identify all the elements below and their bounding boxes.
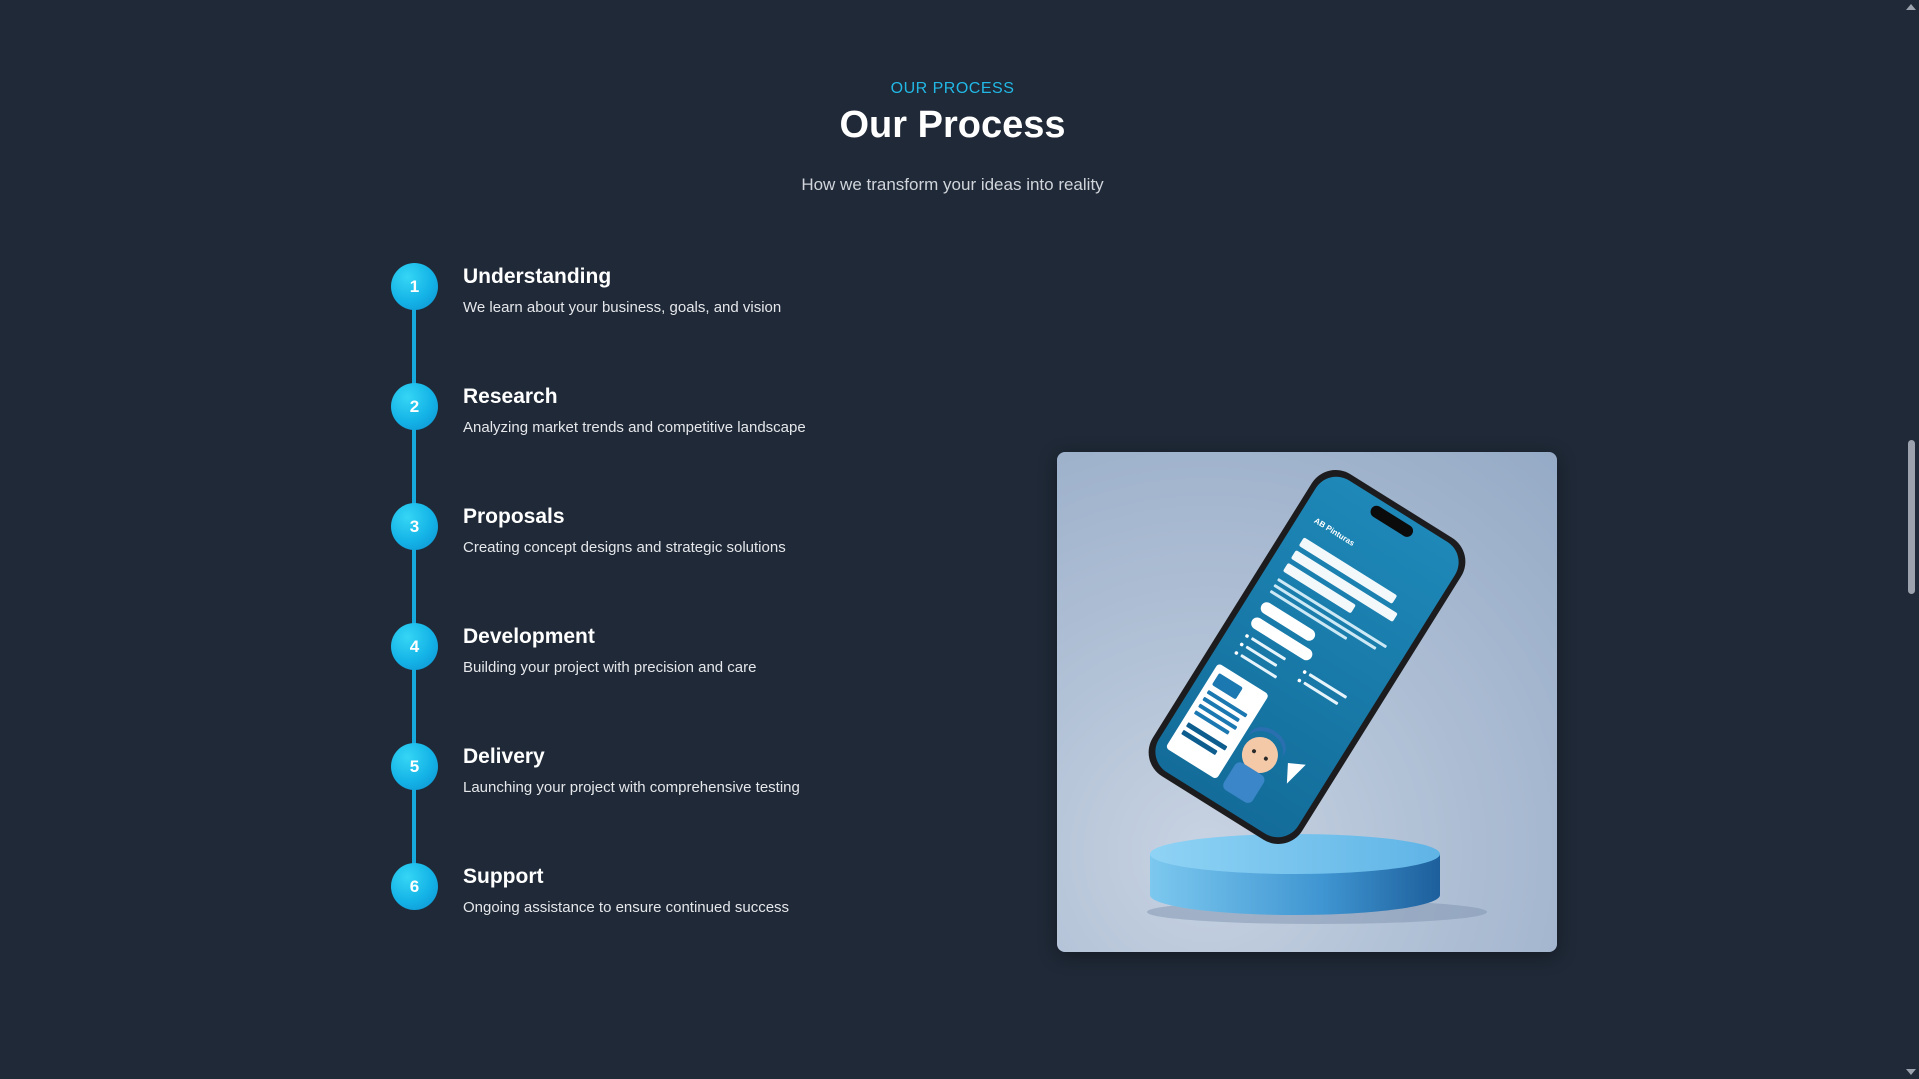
step-number-badge: 4 bbox=[391, 623, 438, 670]
step-title: Support bbox=[463, 865, 544, 888]
step-title: Understanding bbox=[463, 265, 612, 288]
phone-mockup-image: AB Pinturas bbox=[1057, 452, 1557, 952]
vertical-scrollbar[interactable] bbox=[1903, 0, 1919, 1079]
step-description: Building your project with precision and… bbox=[463, 659, 757, 676]
scroll-down-arrow-icon[interactable] bbox=[1906, 1069, 1916, 1075]
process-step-development: 4 Development Building your project with… bbox=[391, 623, 951, 703]
step-title: Research bbox=[463, 385, 558, 408]
step-number-badge: 2 bbox=[391, 383, 438, 430]
step-description: Ongoing assistance to ensure continued s… bbox=[463, 899, 790, 916]
step-title: Development bbox=[463, 625, 595, 648]
process-step-proposals: 3 Proposals Creating concept designs and… bbox=[391, 503, 951, 583]
step-description: Analyzing market trends and competitive … bbox=[463, 419, 806, 436]
scrollbar-thumb[interactable] bbox=[1908, 440, 1915, 594]
step-number-badge: 3 bbox=[391, 503, 438, 550]
process-section: OUR PROCESS Our Process How we transform… bbox=[0, 0, 1919, 1079]
section-title: Our Process bbox=[839, 104, 1066, 146]
step-description: Launching your project with comprehensiv… bbox=[463, 779, 800, 796]
step-description: We learn about your business, goals, and… bbox=[463, 299, 782, 316]
process-step-understanding: 1 Understanding We learn about your busi… bbox=[391, 263, 951, 343]
step-number-badge: 1 bbox=[391, 263, 438, 310]
step-title: Proposals bbox=[463, 505, 565, 528]
phone-mockup-illustration: AB Pinturas bbox=[1147, 469, 1487, 924]
step-number-badge: 6 bbox=[391, 863, 438, 910]
section-subtitle: How we transform your ideas into reality bbox=[801, 175, 1104, 194]
step-number-badge: 5 bbox=[391, 743, 438, 790]
process-step-support: 6 Support Ongoing assistance to ensure c… bbox=[391, 863, 951, 943]
section-eyebrow: OUR PROCESS bbox=[890, 80, 1015, 97]
step-title: Delivery bbox=[463, 745, 545, 768]
scroll-up-arrow-icon[interactable] bbox=[1906, 4, 1916, 10]
process-step-delivery: 5 Delivery Launching your project with c… bbox=[391, 743, 951, 823]
step-description: Creating concept designs and strategic s… bbox=[463, 539, 786, 556]
process-step-research: 2 Research Analyzing market trends and c… bbox=[391, 383, 951, 463]
